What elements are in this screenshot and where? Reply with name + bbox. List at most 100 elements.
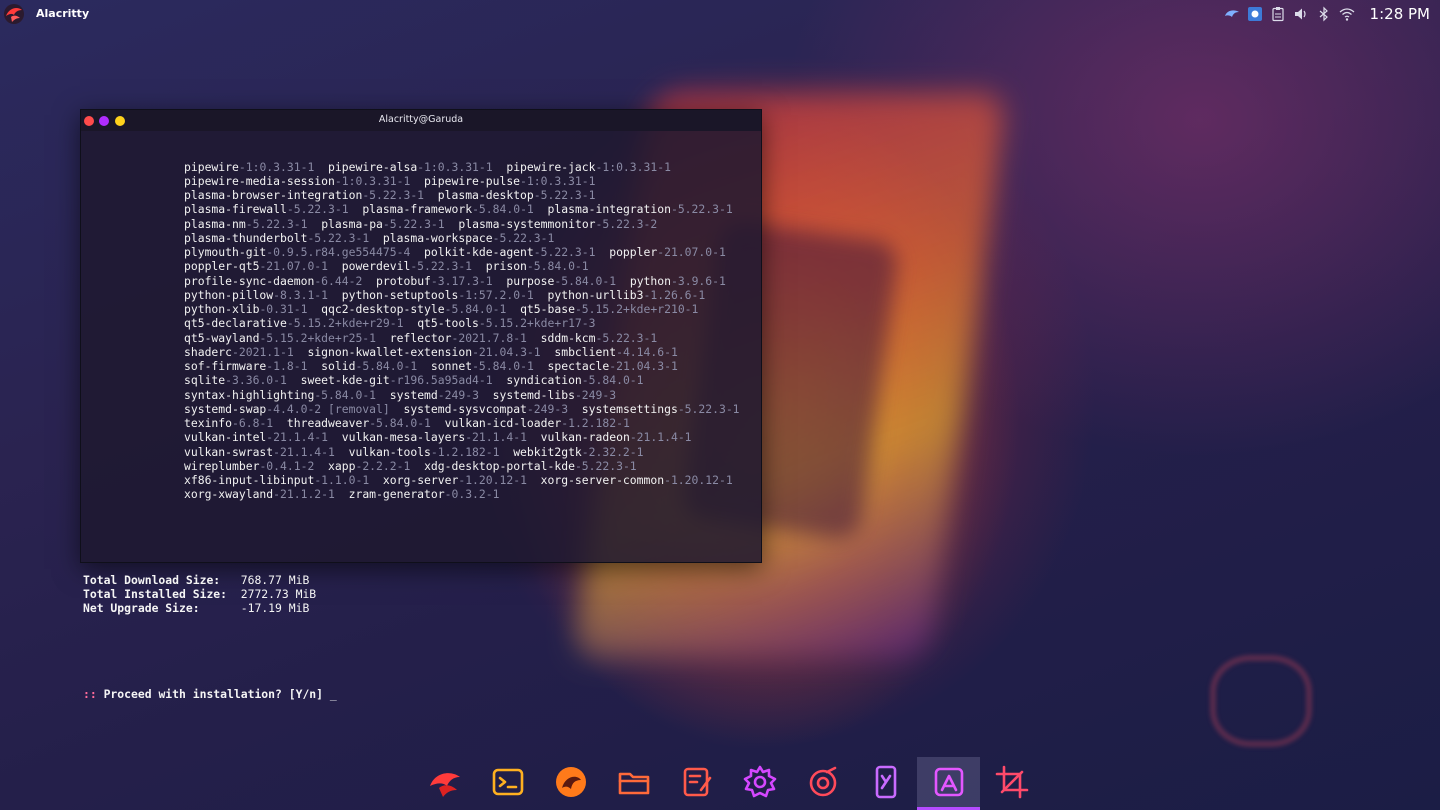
volume-icon[interactable] — [1293, 6, 1309, 22]
package-entry: poppler-qt5-21.07.0-1 — [184, 259, 328, 273]
terminal-window[interactable]: Alacritty@Garuda pipewire-1:0.3.31-1 pip… — [80, 109, 762, 701]
package-version: -5.22.3-1 — [533, 188, 596, 202]
package-entry: qt5-base-5.15.2+kde+r210-1 — [520, 302, 698, 316]
package-entry: systemd-249-3 — [390, 388, 479, 402]
crop-icon — [994, 764, 1030, 804]
terminal-output[interactable]: pipewire-1:0.3.31-1 pipewire-alsa-1:0.3.… — [81, 131, 759, 701]
package-version: -5.22.3-1 — [245, 216, 308, 231]
dock-item-system-settings[interactable] — [728, 757, 791, 810]
package-name: python-xlib — [184, 302, 260, 316]
package-name: plasma-nm — [184, 216, 246, 231]
size-summary: Total Download Size: 768.77 MiB Total Ins… — [81, 573, 759, 616]
dock-item-alacritty[interactable] — [917, 757, 980, 810]
package-entry: powerdevil-5.22.3-1 — [342, 259, 472, 273]
package-line: plasma-firewall-5.22.3-1 plasma-framewor… — [81, 202, 759, 216]
package-name: xf86-input-libinput — [184, 473, 315, 487]
package-name: sqlite — [184, 373, 226, 388]
bluetooth-icon[interactable] — [1316, 6, 1332, 22]
package-line: vulkan-intel-21.1.4-1 vulkan-mesa-layers… — [81, 430, 759, 444]
package-line: python-xlib-0.31-1 qqc2-desktop-style-5.… — [81, 302, 759, 316]
package-entry: pipewire-pulse-1:0.3.31-1 — [424, 174, 595, 188]
package-version: -2.2.2-1 — [355, 458, 411, 473]
package-name: plymouth-git — [184, 245, 267, 259]
package-version: -6.44-2 — [314, 273, 363, 288]
dock-item-octopi[interactable] — [791, 757, 854, 810]
package-line: sof-firmware-1.8-1 solid-5.84.0-1 sonnet… — [81, 359, 759, 373]
package-name: qt5-wayland — [184, 330, 260, 345]
window-titlebar[interactable]: Alacritty@Garuda — [81, 110, 761, 131]
package-version: -21.04.3-1 — [609, 359, 678, 373]
package-name: vulkan-intel — [184, 430, 267, 445]
package-version: -5.84.0-1 — [554, 273, 617, 288]
package-entry: polkit-kde-agent-5.22.3-1 — [424, 245, 595, 259]
dock-item-garuda-welcome[interactable] — [413, 757, 476, 810]
package-line: profile-sync-daemon-6.44-2 protobuf-3.17… — [81, 274, 759, 288]
window-title: Alacritty@Garuda — [378, 114, 464, 125]
package-entry: xf86-input-libinput-1.1.0-1 — [184, 473, 369, 487]
package-entry: python-setuptools-1:57.2.0-1 — [342, 288, 534, 302]
clock[interactable]: 1:28 PM — [1370, 5, 1430, 23]
package-entry: pipewire-media-session-1:0.3.31-1 — [184, 174, 410, 188]
package-version: -5.22.3-1 — [362, 188, 425, 202]
package-entry: vulkan-radeon-21.1.4-1 — [541, 430, 692, 444]
package-version: -5.22.3-1 — [382, 216, 445, 231]
package-version: -2021.7.8-1 — [451, 330, 527, 345]
package-name: plasma-firewall — [184, 202, 287, 217]
falcon-icon[interactable] — [1224, 6, 1240, 22]
display-icon[interactable] — [1247, 6, 1263, 22]
package-list: pipewire-1:0.3.31-1 pipewire-alsa-1:0.3.… — [81, 160, 759, 502]
package-entry: qt5-wayland-5.15.2+kde+r25-1 — [184, 331, 376, 345]
package-version: -1:0.3.31-1 — [595, 159, 671, 174]
package-version: -8.3.1-1 — [273, 287, 329, 302]
package-version: -21.07.0-1 — [259, 259, 329, 274]
dock-item-firedragon-browser[interactable] — [539, 757, 602, 810]
summary-value: 768.77 MiB — [220, 572, 310, 587]
package-entry: plasma-desktop-5.22.3-1 — [438, 188, 596, 202]
package-version: -1.26.6-1 — [643, 287, 706, 302]
dock-item-terminal[interactable] — [476, 757, 539, 810]
package-version: -5.22.3-1 — [307, 230, 370, 245]
package-line: shaderc-2021.1-1 signon-kwallet-extensio… — [81, 345, 759, 359]
package-version: -1:57.2.0-1 — [458, 287, 534, 302]
package-version: -1:0.3.31-1 — [417, 159, 493, 174]
package-name: poppler — [609, 245, 658, 259]
package-version: -1:0.3.31-1 — [238, 159, 315, 174]
dragon-icon — [553, 764, 589, 804]
package-version: -3.9.6-1 — [671, 273, 726, 288]
package-entry: xorg-server-1.20.12-1 — [383, 473, 527, 487]
dock-item-text-editor[interactable] — [665, 757, 728, 810]
package-line: xf86-input-libinput-1.1.0-1 xorg-server-… — [81, 473, 759, 487]
package-entry: systemd-libs-249-3 — [493, 388, 616, 402]
package-name: vulkan-icd-loader — [444, 416, 562, 430]
package-line: plasma-nm-5.22.3-1 plasma-pa-5.22.3-1 pl… — [81, 217, 759, 231]
package-entry: spectacle-21.04.3-1 — [548, 359, 678, 373]
package-line: syntax-highlighting-5.84.0-1 systemd-249… — [81, 388, 759, 402]
package-version: -5.22.3-1 — [595, 330, 658, 345]
package-version: -5.84.0-1 — [472, 202, 534, 217]
clipboard-icon[interactable] — [1270, 6, 1286, 22]
package-entry: protobuf-3.17.3-1 — [376, 274, 493, 288]
package-entry: python-pillow-8.3.1-1 — [184, 288, 328, 302]
package-entry: solid-5.84.0-1 — [321, 359, 417, 373]
package-name: xapp — [328, 458, 356, 473]
package-entry: syndication-5.84.0-1 — [506, 373, 643, 387]
package-name: systemd-swap — [184, 401, 267, 416]
garuda-menu-icon[interactable] — [2, 2, 26, 26]
package-version: -r196.5a95ad4-1 — [389, 373, 493, 388]
package-name: polkit-kde-agent — [424, 245, 534, 259]
package-version: -0.4.1-2 — [259, 458, 315, 473]
package-name: plasma-framework — [362, 202, 473, 217]
package-version: -0.3.2-1 — [444, 487, 500, 502]
dock-item-spectacle[interactable] — [980, 757, 1043, 810]
package-entry: plasma-workspace-5.22.3-1 — [383, 231, 554, 245]
package-version: -0.31-1 — [259, 302, 308, 316]
prompt-prefix: :: — [83, 686, 97, 701]
package-entry: pipewire-jack-1:0.3.31-1 — [506, 160, 671, 174]
wifi-icon[interactable] — [1339, 6, 1355, 22]
package-version: -5.84.0-1 — [526, 259, 589, 274]
package-entry: prison-5.84.0-1 — [486, 259, 589, 273]
package-name: solid — [321, 359, 356, 373]
dock-item-kde-connect[interactable] — [854, 757, 917, 810]
dock-item-file-manager[interactable] — [602, 757, 665, 810]
package-line: plasma-thunderbolt-5.22.3-1 plasma-works… — [81, 231, 759, 245]
